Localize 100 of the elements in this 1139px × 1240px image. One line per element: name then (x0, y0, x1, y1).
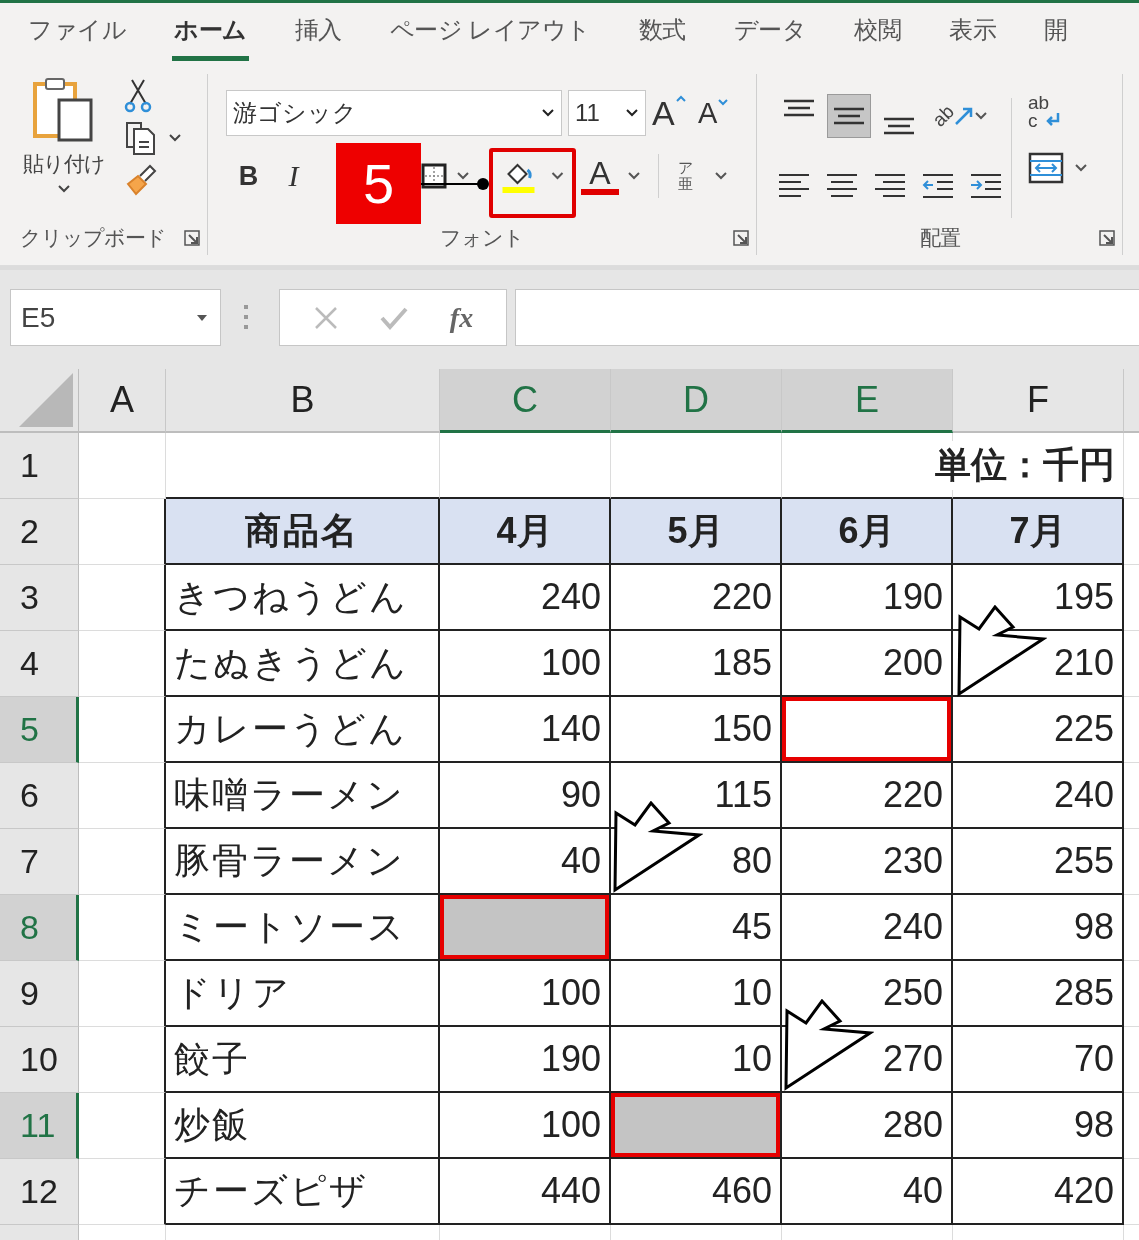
row-header[interactable]: 11 (0, 1093, 79, 1159)
paste-button[interactable]: 貼り付け (18, 78, 110, 221)
table-cell: 280 (782, 1093, 953, 1159)
wrap-text-button[interactable]: ab c (1028, 94, 1068, 131)
formula-input[interactable] (515, 289, 1139, 346)
align-lines-icon (832, 107, 866, 125)
leader-line (421, 178, 491, 190)
table-cell: 6月 (782, 499, 953, 565)
caret-icon[interactable] (541, 108, 555, 118)
table-cell: 4月 (440, 499, 611, 565)
ribbon-tab[interactable]: 校閲 (852, 8, 904, 61)
ribbon-tab[interactable]: ホーム (172, 8, 249, 61)
group-label: フォント (440, 225, 524, 251)
table-cell: 240 (782, 895, 953, 961)
font-color-button[interactable]: A (581, 157, 619, 195)
ribbon-tab[interactable]: 開 (1042, 8, 1070, 61)
column-header[interactable]: E (782, 369, 953, 433)
group-label: 配置 (919, 225, 960, 251)
ribbon-tab[interactable]: 挿入 (292, 8, 344, 61)
table-cell: 豚骨ラーメン (166, 829, 440, 895)
dialog-launcher-icon[interactable] (1098, 229, 1116, 247)
table-cell: 240 (440, 565, 611, 631)
table-cell: 240 (953, 763, 1124, 829)
row-header[interactable]: 1 (0, 433, 79, 499)
table-cell: 230 (782, 829, 953, 895)
caret-icon[interactable] (974, 111, 989, 121)
row-header[interactable]: 2 (0, 499, 79, 565)
ribbon-tab[interactable]: ファイル (26, 8, 128, 61)
bold-button[interactable]: B (226, 160, 271, 192)
step-badge: 5 (336, 143, 421, 224)
table-cell: 90 (440, 763, 611, 829)
furigana-button[interactable]: ア 亜 (669, 160, 701, 192)
font-size-dropdown[interactable]: 11 (568, 90, 646, 136)
table-cell: ドリア (166, 961, 440, 1027)
table-cell: 185 (611, 631, 782, 697)
row-header[interactable]: 7 (0, 829, 79, 895)
table-cell: 440 (440, 1159, 611, 1225)
table-cell: 98 (953, 1093, 1124, 1159)
caret-icon[interactable] (57, 184, 71, 194)
row-header[interactable]: 12 (0, 1159, 79, 1225)
row-header[interactable]: 3 (0, 565, 79, 631)
dialog-launcher-icon[interactable] (183, 229, 201, 247)
ribbon-tab[interactable]: ページ レイアウト (387, 8, 593, 61)
name-box[interactable]: E5 (10, 289, 221, 346)
column-header[interactable]: A (79, 369, 166, 433)
horizontal-align-icon[interactable] (921, 171, 955, 201)
ribbon-tab[interactable]: 数式 (636, 8, 688, 61)
ribbon-tab[interactable]: 表示 (947, 8, 999, 61)
shrink-font-button[interactable]: A (698, 96, 738, 130)
pointer-arrow-icon (784, 999, 874, 1091)
table-cell: 5月 (611, 499, 782, 565)
italic-button[interactable]: I (271, 159, 316, 193)
caret-icon[interactable] (625, 108, 639, 118)
table-cell: 420 (953, 1159, 1124, 1225)
table-cell: 100 (440, 961, 611, 1027)
table-cell: 225 (953, 697, 1124, 763)
table-cell: 190 (440, 1027, 611, 1093)
table-cell: きつねうどん (166, 565, 440, 631)
table-cell: 285 (953, 961, 1124, 1027)
table-cell: 255 (953, 829, 1124, 895)
merge-cells-icon[interactable] (1028, 152, 1064, 185)
table-cell: 150 (611, 697, 782, 763)
dialog-launcher-icon[interactable] (732, 229, 750, 247)
grip-icon[interactable] (243, 305, 249, 329)
table-cell: 7月 (953, 499, 1124, 565)
cut-icon[interactable] (124, 78, 152, 114)
borders-icon[interactable] (421, 163, 447, 189)
ribbon-tab[interactable]: データ (731, 8, 809, 61)
table-cell: 45 (611, 895, 782, 961)
font-name-dropdown[interactable]: 游ゴシック (226, 90, 562, 136)
table-cell: 40 (782, 1159, 953, 1225)
table-cell: 10 (611, 961, 782, 1027)
row-header[interactable]: 4 (0, 631, 79, 697)
row-header[interactable]: 10 (0, 1027, 79, 1093)
orientation-button[interactable]: ab (933, 105, 989, 127)
row-header[interactable]: 9 (0, 961, 79, 1027)
clipboard-icon (33, 78, 95, 144)
dropdown-arrow-icon[interactable] (196, 313, 208, 322)
column-header[interactable]: C (440, 369, 611, 433)
row-header[interactable]: 6 (0, 763, 79, 829)
caret-icon[interactable] (1074, 163, 1088, 174)
align-lines-icon (782, 99, 816, 117)
column-header[interactable]: D (611, 369, 782, 433)
table-cell: 190 (782, 565, 953, 631)
horizontal-align-icon[interactable] (969, 171, 1003, 201)
table-cell: 味噌ラーメン (166, 763, 440, 829)
pointer-arrow-icon (957, 605, 1047, 697)
copy-icon[interactable] (124, 120, 158, 156)
format-painter-icon[interactable] (124, 162, 158, 196)
insert-function-button[interactable]: fx (449, 301, 474, 334)
row-header[interactable]: 5 (0, 697, 79, 763)
vertical-align-button[interactable] (827, 94, 871, 138)
row-header[interactable]: 8 (0, 895, 79, 961)
caret-icon[interactable] (168, 133, 182, 143)
table-cell: 70 (953, 1027, 1124, 1093)
align-lines-icon (882, 117, 916, 135)
column-header[interactable]: F (953, 369, 1124, 433)
grow-font-button[interactable]: A (652, 93, 692, 133)
table-cell: 140 (440, 697, 611, 763)
table-cell: チーズピザ (166, 1159, 440, 1225)
